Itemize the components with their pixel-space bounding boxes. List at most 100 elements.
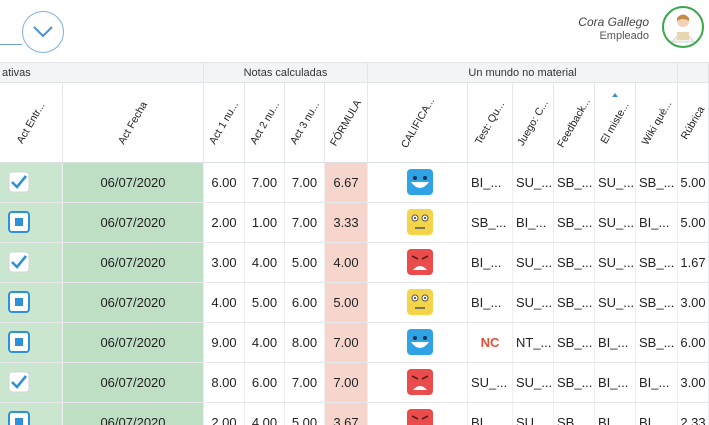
cell-act1: 6.00: [204, 163, 245, 202]
table-row[interactable]: 06/07/2020 2.00 1.00 7.00 3.33 SB_... BI_... SB…: [0, 203, 709, 243]
cell-tarea[interactable]: SB_...: [554, 403, 595, 425]
cell-act3: 5.00: [285, 243, 325, 282]
col-act-2[interactable]: Act 2 nu...: [245, 83, 285, 162]
cell-fecha: 06/07/2020: [63, 243, 204, 282]
cell-tarea[interactable]: BI_...: [636, 363, 678, 402]
cell-calificacion: [368, 243, 468, 282]
col-feedback[interactable]: Feedback...: [554, 83, 595, 162]
cell-tarea[interactable]: SU_...: [513, 243, 554, 282]
group-next: [678, 63, 709, 83]
happy-face-icon: [407, 169, 433, 195]
col-formula[interactable]: FÓRMULA: [325, 83, 368, 162]
cell-tarea[interactable]: BI_...: [468, 163, 513, 202]
cell-tarea[interactable]: SB_...: [636, 323, 678, 362]
table-row[interactable]: 06/07/2020 9.00 4.00 8.00 7.00 NC NT_... SB_...…: [0, 323, 709, 363]
cell-act1: 4.00: [204, 283, 245, 322]
cell-tarea[interactable]: BI_...: [636, 203, 678, 242]
col-act-3[interactable]: Act 3 nu...: [285, 83, 325, 162]
cell-tarea[interactable]: SB_...: [636, 283, 678, 322]
cell-tarea[interactable]: SB_...: [554, 163, 595, 202]
cell-tarea[interactable]: SU_...: [595, 163, 636, 202]
cell-entregada[interactable]: [0, 163, 63, 202]
checkbox-partial-icon[interactable]: [8, 211, 30, 233]
column-header-row: Act Entr... Act Fecha Act 1 nu... Act 2 …: [0, 83, 709, 163]
cell-act3: 7.00: [285, 363, 325, 402]
cell-entregada[interactable]: [0, 243, 63, 282]
table-row[interactable]: 06/07/2020 8.00 6.00 7.00 7.00 SU_... SU_... SB…: [0, 363, 709, 403]
filter-input[interactable]: [0, 20, 22, 45]
cell-act2: 7.00: [245, 163, 285, 202]
col-el-misterio[interactable]: El miste...: [595, 83, 636, 162]
cell-tarea[interactable]: BI_...: [468, 243, 513, 282]
cell-tarea[interactable]: BI_...: [636, 403, 678, 425]
col-juego[interactable]: Juego: C...: [513, 83, 554, 162]
cell-tarea[interactable]: NC: [468, 323, 513, 362]
checkbox-partial-icon[interactable]: [8, 331, 30, 353]
col-act-entregada[interactable]: Act Entr...: [0, 83, 63, 162]
cell-tarea[interactable]: SU_...: [513, 403, 554, 425]
expand-button[interactable]: [22, 11, 64, 53]
cell-tarea[interactable]: SU_...: [595, 203, 636, 242]
table-row[interactable]: 06/07/2020 2.00 4.00 5.00 3.67 BI_... SU_... SB…: [0, 403, 709, 425]
cell-act1: 9.00: [204, 323, 245, 362]
cell-act3: 6.00: [285, 283, 325, 322]
cell-tarea[interactable]: SB_...: [468, 203, 513, 242]
cell-tarea[interactable]: SU_...: [595, 243, 636, 282]
cell-calificacion: [368, 363, 468, 402]
table-row[interactable]: 06/07/2020 4.00 5.00 6.00 5.00 BI_... SU_... SB…: [0, 283, 709, 323]
sad-face-icon: [407, 249, 433, 275]
cell-tarea[interactable]: BI_...: [468, 283, 513, 322]
cell-entregada[interactable]: [0, 203, 63, 242]
col-test[interactable]: Test: Qu...: [468, 83, 513, 162]
cell-tarea[interactable]: SB_...: [554, 283, 595, 322]
cell-tarea[interactable]: NT_...: [513, 323, 554, 362]
cell-fecha: 06/07/2020: [63, 403, 204, 425]
user-name: Cora Gallego: [578, 15, 649, 29]
cell-formula: 7.00: [325, 363, 368, 402]
table-row[interactable]: 06/07/2020 6.00 7.00 7.00 6.67 BI_... SU_... SB…: [0, 163, 709, 203]
cell-tarea[interactable]: SU_...: [595, 283, 636, 322]
cell-act1: 2.00: [204, 203, 245, 242]
avatar[interactable]: [662, 6, 704, 48]
sad-face-icon: [407, 409, 433, 425]
cell-tarea[interactable]: BI_...: [468, 403, 513, 425]
checkbox-checked-icon[interactable]: [8, 171, 30, 193]
cell-tarea[interactable]: BI_...: [595, 363, 636, 402]
cell-entregada[interactable]: [0, 323, 63, 362]
group-header-row: ativas Notas calculadas Un mundo no mate…: [0, 62, 709, 83]
cell-tarea[interactable]: SB_...: [554, 203, 595, 242]
checkbox-partial-icon[interactable]: [8, 291, 30, 313]
cell-tarea[interactable]: BI_...: [595, 323, 636, 362]
checkbox-checked-icon[interactable]: [8, 371, 30, 393]
cell-tarea[interactable]: SB_...: [636, 163, 678, 202]
checkbox-partial-icon[interactable]: [8, 411, 30, 425]
table-row[interactable]: 06/07/2020 3.00 4.00 5.00 4.00 BI_... SU_... SB…: [0, 243, 709, 283]
cell-tarea[interactable]: SB_...: [636, 243, 678, 282]
col-calificacion[interactable]: CALIFICA...: [368, 83, 468, 162]
cell-tarea[interactable]: SB_...: [554, 363, 595, 402]
cell-tarea[interactable]: SB_...: [554, 323, 595, 362]
cell-tarea[interactable]: BI_...: [595, 403, 636, 425]
col-act-fecha[interactable]: Act Fecha: [63, 83, 204, 162]
cell-tarea[interactable]: SB_...: [554, 243, 595, 282]
cell-entregada[interactable]: [0, 363, 63, 402]
cell-entregada[interactable]: [0, 403, 63, 425]
cell-tarea[interactable]: BI_...: [513, 203, 554, 242]
cell-formula: 3.33: [325, 203, 368, 242]
checkbox-checked-icon[interactable]: [8, 251, 30, 273]
cell-tarea[interactable]: SU_...: [513, 163, 554, 202]
col-wiki[interactable]: Wiki qué...: [636, 83, 678, 162]
cell-act2: 6.00: [245, 363, 285, 402]
col-rubrica[interactable]: Rúbrica: [678, 83, 709, 162]
sad-face-icon: [407, 369, 433, 395]
group-actividades: ativas: [0, 63, 204, 83]
cell-tarea[interactable]: SU_...: [513, 363, 554, 402]
cell-fecha: 06/07/2020: [63, 203, 204, 242]
cell-tarea[interactable]: SU_...: [513, 283, 554, 322]
cell-calificacion: [368, 163, 468, 202]
cell-entregada[interactable]: [0, 283, 63, 322]
col-act-1[interactable]: Act 1 nu...: [204, 83, 245, 162]
cell-fecha: 06/07/2020: [63, 283, 204, 322]
cell-tarea[interactable]: SU_...: [468, 363, 513, 402]
cell-act1: 2.00: [204, 403, 245, 425]
